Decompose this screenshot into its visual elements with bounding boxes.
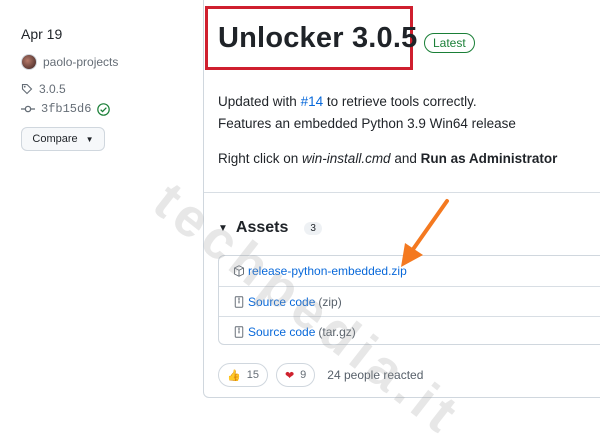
assets-count: 3 xyxy=(304,221,322,235)
section-divider xyxy=(204,192,600,193)
thumbs-up-icon: 👍 xyxy=(227,369,241,382)
file-zip-icon xyxy=(234,295,244,308)
notes-text: Updated with xyxy=(218,94,301,109)
release-sidebar: Apr 19 paolo-projects 3.0.5 3fb15d6 Comp… xyxy=(0,0,200,420)
commit-icon xyxy=(21,105,35,113)
reactions-summary: 24 people reacted xyxy=(327,368,424,382)
latest-badge: Latest xyxy=(424,33,475,53)
asset-link[interactable]: release-python-embedded.zip xyxy=(248,264,407,278)
thumbs-up-reaction[interactable]: 👍 15 xyxy=(218,363,268,387)
release-notes-line-2: Features an embedded Python 3.9 Win64 re… xyxy=(218,116,516,131)
asset-format[interactable]: (tar.gz) xyxy=(318,325,355,339)
author-link[interactable]: paolo-projects xyxy=(43,55,118,69)
heart-reaction[interactable]: ❤ 9 xyxy=(275,363,316,387)
release-notes-line-3: Right click on win-install.cmd and Run a… xyxy=(218,151,557,166)
tag-icon xyxy=(21,83,33,95)
reactions-bar: 👍 15 ❤ 9 24 people reacted xyxy=(218,363,423,387)
package-icon xyxy=(234,265,244,277)
compare-label: Compare xyxy=(32,133,78,145)
orange-arrow-annotation xyxy=(401,199,449,267)
asset-link[interactable]: Source code xyxy=(248,325,315,339)
release-title[interactable]: Unlocker 3.0.5 xyxy=(218,22,417,55)
file-zip-icon xyxy=(234,325,244,338)
triangle-down-icon: ▼ xyxy=(85,134,94,144)
commit-row[interactable]: 3fb15d6 xyxy=(21,102,111,116)
heart-count: 9 xyxy=(300,369,307,381)
thumbs-up-count: 15 xyxy=(246,369,259,381)
notes-bold-text: Run as Administrator xyxy=(420,151,558,166)
release-notes-line-1: Updated with #14 to retrieve tools corre… xyxy=(218,94,477,109)
verified-check-icon xyxy=(97,102,111,116)
release-date: Apr 19 xyxy=(21,26,63,42)
commit-link[interactable]: 3fb15d6 xyxy=(41,102,91,116)
heart-icon: ❤ xyxy=(284,369,295,382)
issue-link[interactable]: #14 xyxy=(301,94,324,109)
caret-down-icon: ▼ xyxy=(218,222,228,234)
assets-title: Assets xyxy=(235,219,289,236)
author-row[interactable]: paolo-projects xyxy=(21,54,118,70)
avatar xyxy=(21,54,37,70)
notes-text: Right click on xyxy=(218,151,303,166)
tag-link[interactable]: 3.0.5 xyxy=(39,82,66,96)
notes-text: and xyxy=(390,151,421,166)
asset-format[interactable]: (zip) xyxy=(318,295,341,309)
asset-row-source-zip[interactable]: Source code (zip) xyxy=(219,286,600,316)
file-name-text: win-install.cmd xyxy=(302,151,391,166)
asset-link[interactable]: Source code xyxy=(248,295,315,309)
notes-text: to retrieve tools correctly. xyxy=(323,94,477,109)
asset-row-source-targz[interactable]: Source code (tar.gz) xyxy=(219,316,600,346)
tag-row[interactable]: 3.0.5 xyxy=(21,82,66,96)
compare-button[interactable]: Compare ▼ xyxy=(21,127,105,151)
assets-toggle[interactable]: ▼ Assets 3 xyxy=(218,219,322,237)
